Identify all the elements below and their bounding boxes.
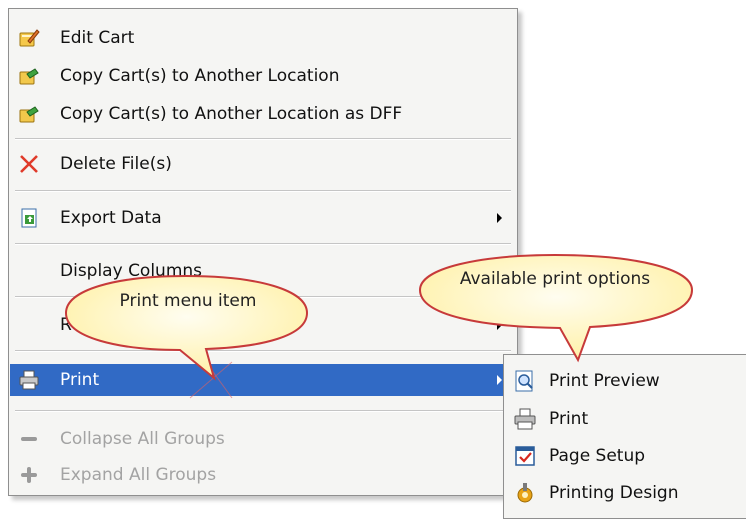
- printer-icon: [513, 407, 537, 431]
- menu-item-label: Export Data: [60, 208, 162, 228]
- menu-item-label: Edit Cart: [60, 28, 135, 48]
- menu-item-label: Reports: [60, 315, 126, 335]
- copy-cart-dff-icon: [18, 103, 40, 125]
- submenu-item-printing-design[interactable]: Printing Design: [505, 475, 746, 511]
- print-preview-icon: [513, 369, 537, 393]
- menu-item-expand-all-groups: Expand All Groups: [10, 459, 516, 491]
- submenu-arrow-icon: [497, 375, 502, 385]
- menu-separator: [15, 190, 511, 192]
- menu-item-label: Collapse All Groups: [60, 429, 225, 449]
- plus-icon: [18, 464, 40, 486]
- minus-icon: [18, 428, 40, 450]
- menu-item-print[interactable]: Print: [10, 364, 516, 396]
- menu-separator: [15, 410, 511, 412]
- menu-item-label: Display Columns: [60, 261, 203, 281]
- menu-separator: [15, 350, 511, 352]
- menu-separator: [15, 138, 511, 140]
- menu-separator: [15, 243, 511, 245]
- delete-x-icon: [18, 153, 40, 175]
- menu-item-label: Delete File(s): [60, 154, 172, 174]
- menu-item-export-data[interactable]: Export Data: [10, 202, 516, 234]
- menu-item-copy-carts[interactable]: Copy Cart(s) to Another Location: [10, 60, 516, 92]
- menu-item-label: Print: [60, 370, 100, 390]
- submenu-item-label: Page Setup: [549, 446, 646, 466]
- menu-item-collapse-all-groups: Collapse All Groups: [10, 423, 516, 455]
- menu-item-delete-files[interactable]: Delete File(s): [10, 148, 516, 180]
- submenu-item-label: Print: [549, 409, 589, 429]
- menu-item-edit-cart[interactable]: Edit Cart: [10, 22, 516, 54]
- menu-item-copy-carts-dff[interactable]: Copy Cart(s) to Another Location as DFF: [10, 98, 516, 130]
- edit-cart-icon: [18, 27, 40, 49]
- export-data-icon: [18, 207, 40, 229]
- menu-item-display-columns[interactable]: Display Columns: [10, 255, 516, 287]
- menu-item-label: Copy Cart(s) to Another Location: [60, 66, 340, 86]
- menu-separator: [15, 296, 511, 298]
- page-setup-icon: [513, 444, 537, 468]
- submenu-item-label: Printing Design: [549, 483, 679, 503]
- submenu-item-label: Print Preview: [549, 371, 660, 391]
- submenu-item-print-preview[interactable]: Print Preview: [505, 363, 746, 399]
- menu-item-label: Expand All Groups: [60, 465, 217, 485]
- print-submenu: Print Preview Print Page Setup Printing …: [503, 354, 746, 519]
- copy-cart-icon: [18, 65, 40, 87]
- printer-icon: [18, 369, 40, 391]
- submenu-arrow-icon: [497, 320, 502, 330]
- submenu-item-page-setup[interactable]: Page Setup: [505, 438, 746, 474]
- submenu-arrow-icon: [497, 213, 502, 223]
- menu-item-reports[interactable]: Reports: [10, 309, 516, 341]
- submenu-item-print[interactable]: Print: [505, 401, 746, 437]
- printing-design-icon: [513, 481, 537, 505]
- menu-item-label: Copy Cart(s) to Another Location as DFF: [60, 104, 403, 124]
- context-menu: Edit Cart Copy Cart(s) to Another Locati…: [8, 8, 518, 496]
- submenu-arrow-icon: [497, 266, 502, 276]
